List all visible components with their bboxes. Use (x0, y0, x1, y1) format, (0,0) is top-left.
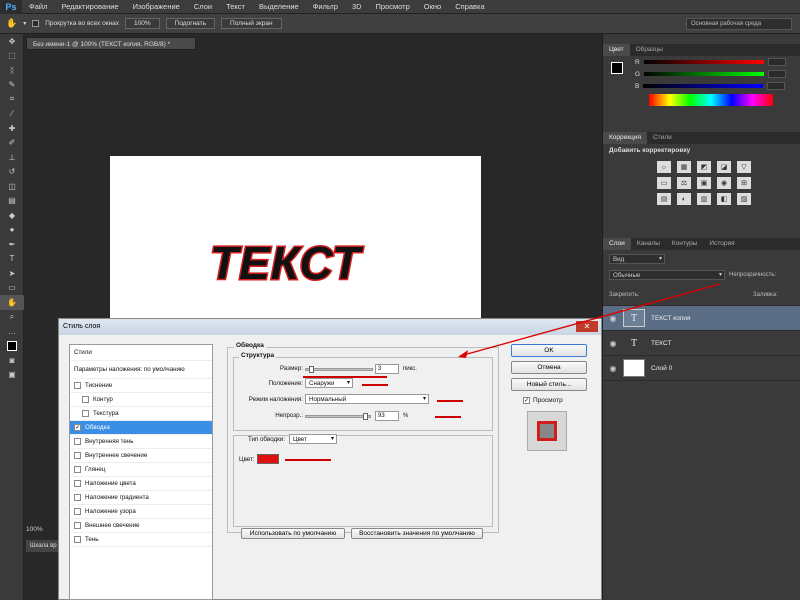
arrow-head (458, 350, 468, 358)
arrow-to-layer (459, 283, 721, 357)
annotation-arrows (458, 283, 721, 358)
